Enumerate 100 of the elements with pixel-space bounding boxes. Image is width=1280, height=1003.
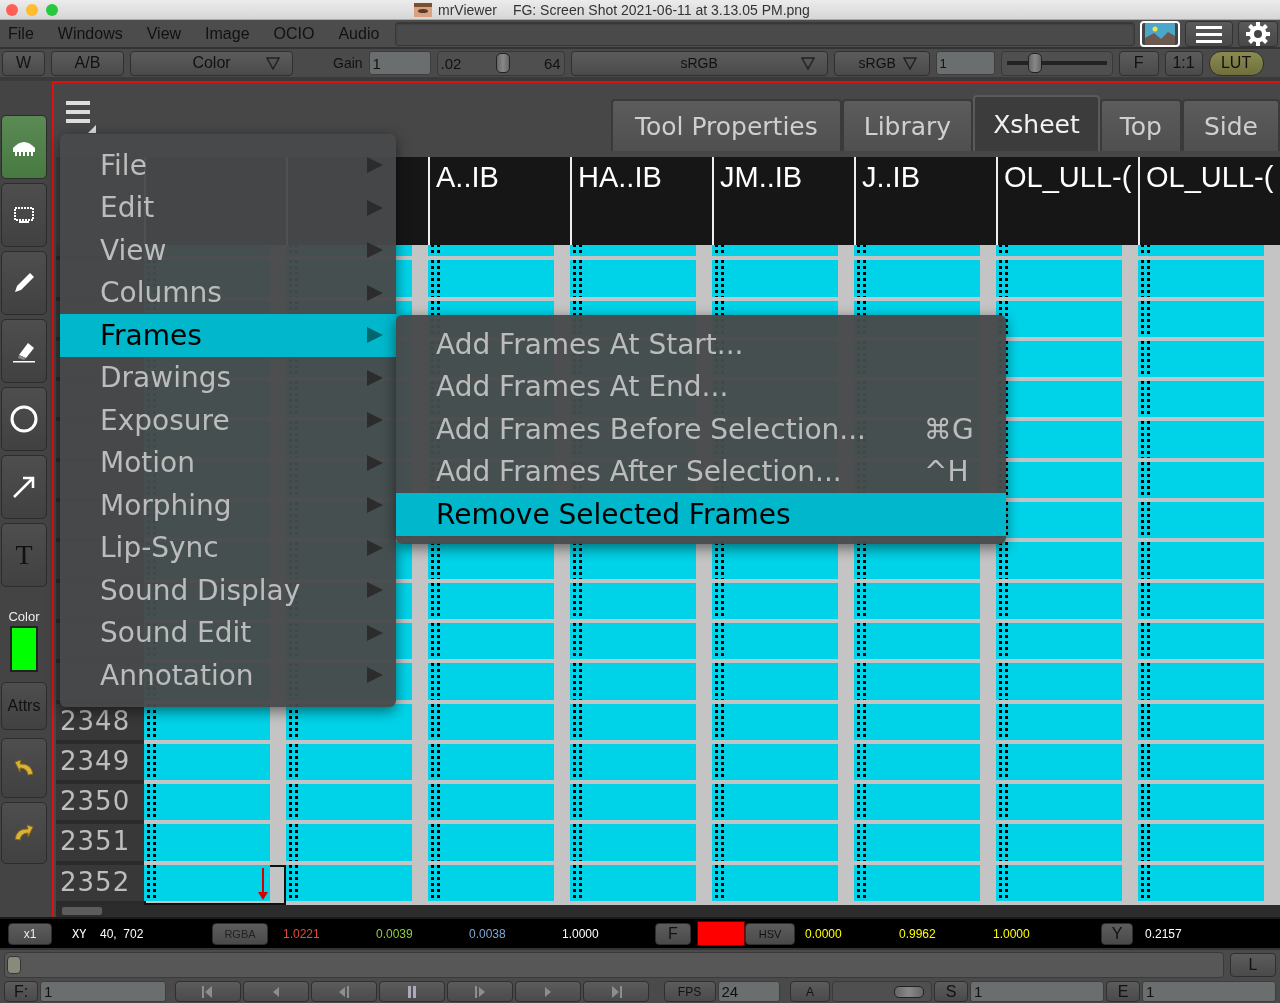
- xsheet-cell[interactable]: [1138, 542, 1264, 579]
- l-button[interactable]: L: [1230, 953, 1276, 977]
- horizontal-scrollbar[interactable]: [56, 905, 1280, 917]
- xsheet-cell[interactable]: [712, 743, 838, 781]
- zoom-button[interactable]: x1: [8, 922, 52, 945]
- slider-thumb[interactable]: [1027, 53, 1042, 73]
- xsheet-cell[interactable]: [996, 784, 1122, 821]
- panel-tab[interactable]: Side: [1181, 99, 1280, 151]
- menu-item[interactable]: Sound Display: [60, 569, 396, 612]
- xsheet-cell[interactable]: [1138, 340, 1264, 378]
- gamma-field[interactable]: 1: [935, 51, 995, 75]
- transport-button[interactable]: [379, 981, 446, 1002]
- menu-item[interactable]: File: [8, 24, 34, 43]
- end-button[interactable]: E: [1106, 981, 1140, 1002]
- image-button[interactable]: [1140, 20, 1181, 47]
- gamma-slider[interactable]: [1000, 50, 1113, 76]
- xsheet-cell[interactable]: [286, 743, 412, 781]
- menu-item[interactable]: Add Frames After Selection... ^H: [396, 450, 1006, 493]
- panel-tab[interactable]: Xsheet: [973, 95, 1100, 151]
- xsheet-cell[interactable]: [996, 864, 1122, 901]
- xsheet-cell[interactable]: [996, 824, 1122, 861]
- text-tool-button[interactable]: T: [1, 523, 47, 587]
- menu-item[interactable]: Motion: [60, 441, 396, 484]
- xsheet-cell[interactable]: [570, 663, 696, 700]
- lut-button[interactable]: LUT: [1208, 50, 1264, 76]
- fps-button[interactable]: FPS: [663, 981, 716, 1002]
- xsheet-cell[interactable]: [428, 622, 554, 660]
- audio-button[interactable]: A: [790, 981, 830, 1002]
- xsheet-cell[interactable]: [712, 260, 838, 297]
- attrs-button[interactable]: Attrs: [1, 682, 47, 730]
- column-header[interactable]: OL_ULL-(: [996, 157, 1138, 245]
- xsheet-cell[interactable]: [996, 663, 1122, 700]
- xsheet-cell[interactable]: [1138, 502, 1264, 539]
- xsheet-cell[interactable]: [144, 784, 270, 821]
- xsheet-cell[interactable]: [286, 784, 412, 821]
- tool-button[interactable]: [1, 183, 47, 247]
- xsheet-cell[interactable]: [1138, 300, 1264, 337]
- xsheet-cell[interactable]: [712, 542, 838, 579]
- xsheet-cell[interactable]: [854, 582, 980, 619]
- column-header[interactable]: JM..IB: [712, 157, 854, 245]
- xsheet-cell[interactable]: [428, 260, 554, 297]
- xsheet-cell[interactable]: [428, 784, 554, 821]
- tool-button[interactable]: [1, 251, 47, 315]
- menu-item[interactable]: Drawings: [60, 356, 396, 399]
- xsheet-cell[interactable]: [854, 703, 980, 740]
- column-header[interactable]: OL_ULL-(: [1138, 157, 1280, 245]
- channel-dropdown[interactable]: Color: [130, 50, 293, 76]
- xsheet-cell[interactable]: [712, 784, 838, 821]
- panel-tab[interactable]: Tool Properties: [610, 99, 842, 151]
- settings-button[interactable]: [1238, 20, 1279, 47]
- xsheet-cell[interactable]: [570, 864, 696, 901]
- menu-item[interactable]: Edit: [60, 186, 396, 229]
- slider-thumb[interactable]: [894, 985, 925, 998]
- tool-button[interactable]: [1, 115, 47, 179]
- xsheet-cell[interactable]: [1138, 582, 1264, 619]
- menu-item[interactable]: Add Frames Before Selection... ⌘G: [396, 408, 1006, 451]
- start-field[interactable]: 1: [970, 981, 1104, 1002]
- xsheet-cell[interactable]: [996, 542, 1122, 579]
- timeline-handle[interactable]: [7, 956, 21, 974]
- xsheet-cell[interactable]: [854, 622, 980, 660]
- xsheet-cell[interactable]: [1138, 663, 1264, 700]
- xsheet-cell[interactable]: [996, 300, 1122, 337]
- xsheet-cell[interactable]: [1138, 260, 1264, 297]
- input-colorspace-dropdown[interactable]: sRGB: [570, 50, 828, 76]
- tool-button[interactable]: [1, 455, 47, 519]
- menu-item[interactable]: File: [60, 144, 396, 187]
- display-colorspace-dropdown[interactable]: sRGB: [833, 50, 930, 76]
- xsheet-cell[interactable]: [1138, 703, 1264, 740]
- xsheet-cell[interactable]: [570, 622, 696, 660]
- xsheet-cell[interactable]: [854, 784, 980, 821]
- xsheet-cell[interactable]: [996, 260, 1122, 297]
- luma-button[interactable]: Y: [1101, 922, 1133, 945]
- xsheet-cell[interactable]: [1138, 743, 1264, 781]
- slider-thumb[interactable]: [495, 53, 510, 73]
- redo-button[interactable]: [1, 802, 47, 864]
- xsheet-cell[interactable]: [1138, 622, 1264, 660]
- menu-item[interactable]: Image: [205, 24, 250, 43]
- menu-item[interactable]: OCIO: [273, 24, 315, 43]
- hsv-button[interactable]: HSV: [745, 922, 795, 945]
- menu-item[interactable]: Morphing: [60, 484, 396, 527]
- xsheet-cell[interactable]: [428, 824, 554, 861]
- menu-item[interactable]: Annotation: [60, 654, 396, 697]
- xsheet-cell[interactable]: [854, 663, 980, 700]
- menu-button[interactable]: [1185, 20, 1234, 47]
- xsheet-cell[interactable]: [144, 824, 270, 861]
- tool-button[interactable]: [1, 387, 47, 451]
- tool-button[interactable]: [1, 319, 47, 383]
- end-field[interactable]: 1: [1142, 981, 1276, 1002]
- xsheet-cell[interactable]: [1138, 461, 1264, 499]
- xsheet-cell[interactable]: [996, 703, 1122, 740]
- menu-item[interactable]: Add Frames At Start...: [396, 323, 1006, 366]
- xsheet-cell[interactable]: [1138, 864, 1264, 901]
- column-header[interactable]: A..IB: [428, 157, 570, 245]
- xsheet-cell[interactable]: [428, 864, 554, 901]
- panel-menu-icon[interactable]: [66, 99, 96, 133]
- column-header[interactable]: HA..IB: [570, 157, 712, 245]
- menu-item[interactable]: View: [146, 24, 182, 43]
- panel-tab[interactable]: Top: [1099, 99, 1182, 151]
- xsheet-cell[interactable]: [854, 824, 980, 861]
- menu-item[interactable]: Remove Selected Frames: [396, 493, 1006, 536]
